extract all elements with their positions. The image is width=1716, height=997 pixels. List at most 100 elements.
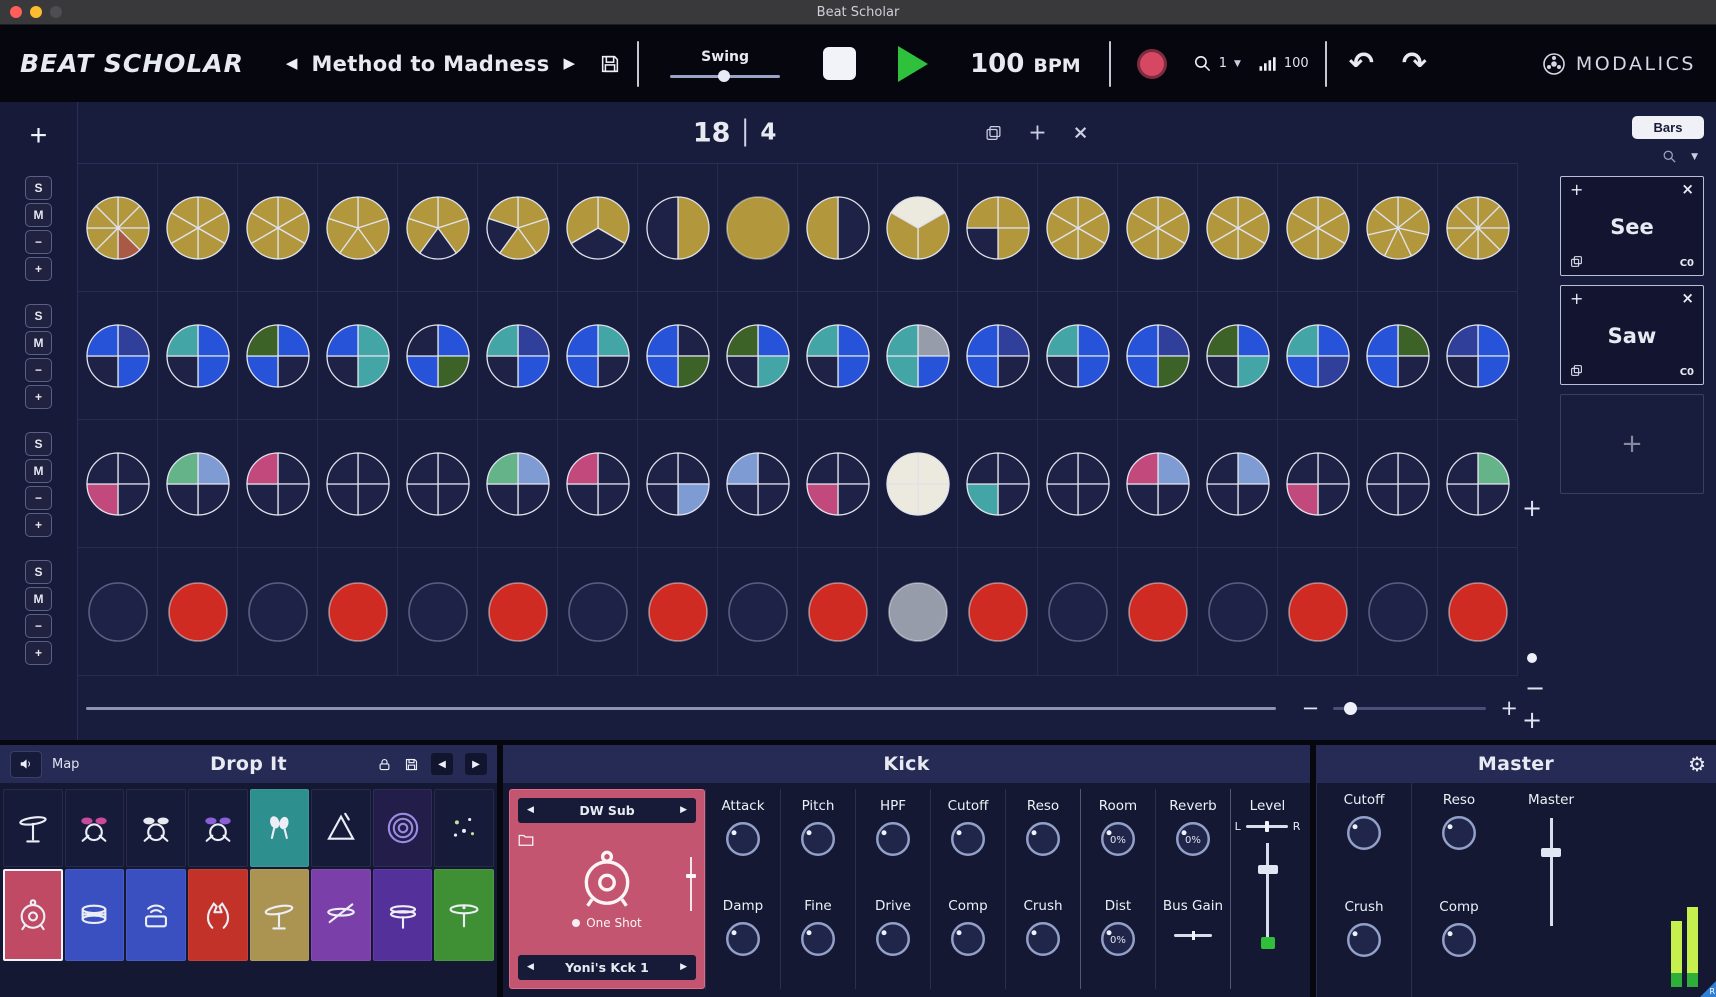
add-track-button[interactable]: + (17, 116, 61, 156)
beat-cell[interactable] (158, 420, 238, 547)
magnifier-icon[interactable] (1662, 149, 1677, 164)
vertical-zoom-in-button[interactable]: + (1522, 706, 1542, 734)
knob[interactable] (722, 918, 764, 960)
drum-tile-kick[interactable] (3, 869, 63, 961)
beat-cell[interactable] (798, 164, 878, 291)
row-mute-button[interactable]: M (25, 331, 52, 355)
beat-cell[interactable] (318, 292, 398, 419)
percent-knob[interactable]: 0% (1097, 918, 1139, 960)
copy-icon[interactable] (1570, 255, 1583, 268)
vertical-zoom-out-button[interactable]: − (1525, 674, 1545, 702)
swing-slider[interactable] (670, 75, 780, 78)
beat-cell[interactable] (478, 164, 558, 291)
bpm-value[interactable]: 100 (970, 49, 1024, 79)
beat-cell[interactable] (1198, 420, 1278, 547)
beat-cell[interactable] (238, 292, 318, 419)
beat-cell[interactable] (558, 292, 638, 419)
beat-cell[interactable] (398, 548, 478, 675)
time-sig-division[interactable]: 4 (760, 120, 776, 146)
beat-cell[interactable] (1038, 292, 1118, 419)
bars-toggle-button[interactable]: Bars (1632, 116, 1704, 139)
folder-icon[interactable] (516, 831, 536, 849)
knob[interactable] (1022, 918, 1064, 960)
row-solo-button[interactable]: S (25, 432, 52, 456)
beat-cell[interactable] (558, 164, 638, 291)
next-kit-button[interactable]: ▶ (465, 753, 487, 775)
beat-cell[interactable] (1358, 548, 1438, 675)
row-mute-button[interactable]: M (25, 459, 52, 483)
swing-slider-handle[interactable] (718, 70, 730, 82)
beat-cell[interactable] (398, 164, 478, 291)
duplicate-bar-icon[interactable] (985, 124, 1002, 141)
sample-selector[interactable]: ◀ Yoni's Kck 1 ▶ (518, 955, 696, 980)
chevron-down-icon[interactable]: ▼ (1691, 152, 1698, 162)
row-add-button[interactable]: + (25, 257, 52, 281)
drum-tile-triangle[interactable] (311, 789, 371, 867)
beat-cell[interactable] (878, 420, 958, 547)
lock-icon[interactable] (377, 757, 392, 772)
grid-zoom-handle[interactable] (1344, 702, 1357, 715)
redo-button[interactable]: ↷ (1402, 49, 1427, 79)
drum-tile-drum-kit-purple[interactable] (188, 789, 248, 867)
stop-button[interactable] (823, 47, 856, 80)
beat-cell[interactable] (398, 292, 478, 419)
beat-cell[interactable] (1278, 164, 1358, 291)
row-remove-button[interactable]: − (25, 230, 52, 254)
beat-cell[interactable] (878, 292, 958, 419)
knob[interactable] (947, 818, 989, 860)
beat-cell[interactable] (798, 420, 878, 547)
knob[interactable] (872, 818, 914, 860)
add-bar-icon[interactable]: + (1028, 120, 1046, 145)
drum-tile-crash-cymbal[interactable] (3, 789, 63, 867)
map-label[interactable]: Map (52, 757, 79, 772)
close-icon[interactable]: × (1681, 289, 1694, 307)
copy-icon[interactable] (1570, 364, 1583, 377)
time-sig-beats[interactable]: 18 (693, 117, 731, 148)
beat-cell[interactable] (238, 548, 318, 675)
beat-cell[interactable] (718, 548, 798, 675)
drum-tile-shaker[interactable] (250, 789, 310, 867)
beat-cell[interactable] (1358, 164, 1438, 291)
drum-tile-ride[interactable] (434, 869, 494, 961)
delete-bar-icon[interactable]: × (1073, 122, 1089, 144)
grid-zoom-slider[interactable] (1333, 707, 1486, 710)
beat-cell[interactable] (878, 548, 958, 675)
knob[interactable] (1438, 812, 1480, 854)
level-fader-handle[interactable] (1258, 865, 1278, 874)
knob[interactable] (872, 918, 914, 960)
close-window-button[interactable] (10, 6, 22, 18)
play-button[interactable] (898, 46, 928, 82)
record-button[interactable] (1137, 49, 1167, 79)
pan-slider[interactable] (1246, 825, 1288, 828)
master-fader-handle[interactable] (1541, 848, 1561, 857)
beat-cell[interactable] (158, 164, 238, 291)
beat-cell[interactable] (318, 548, 398, 675)
prev-kit-button[interactable]: ◀ (431, 753, 453, 775)
beat-cell[interactable] (238, 164, 318, 291)
beat-cell[interactable] (958, 548, 1038, 675)
drum-tile-drum-kit-white[interactable] (126, 789, 186, 867)
beat-cell[interactable] (798, 292, 878, 419)
knob[interactable] (1343, 812, 1385, 854)
row-remove-button[interactable]: − (25, 358, 52, 382)
plus-icon[interactable]: + (1570, 289, 1583, 308)
gear-icon[interactable]: ⚙ (1688, 752, 1706, 776)
beat-cell[interactable] (158, 548, 238, 675)
beat-cell[interactable] (798, 548, 878, 675)
level-fader-cap[interactable] (1261, 937, 1275, 949)
level-fader[interactable] (1266, 843, 1269, 943)
beat-cell[interactable] (1198, 548, 1278, 675)
beat-cell[interactable] (478, 548, 558, 675)
row-solo-button[interactable]: S (25, 560, 52, 584)
close-icon[interactable]: × (1681, 180, 1694, 198)
preset-name[interactable]: Method to Madness (311, 52, 549, 76)
beat-cell[interactable] (1438, 164, 1518, 291)
beat-cell[interactable] (478, 292, 558, 419)
beat-cell[interactable] (958, 420, 1038, 547)
beat-cell[interactable] (1198, 164, 1278, 291)
drum-tile-crash[interactable] (250, 869, 310, 961)
zoom-window-button[interactable] (50, 6, 62, 18)
beat-cell[interactable] (718, 164, 798, 291)
prev-preset-button[interactable]: ◀ (286, 56, 298, 71)
add-sound-button[interactable]: + (1522, 494, 1542, 522)
